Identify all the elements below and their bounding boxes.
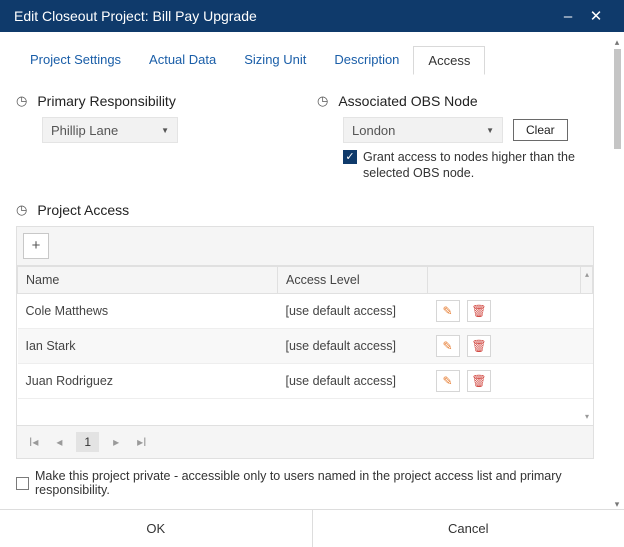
window-title: Edit Closeout Project: Bill Pay Upgrade (14, 8, 554, 24)
cell-actions: ✎ 🗑 (428, 328, 581, 363)
close-button[interactable]: ✕ (582, 7, 610, 25)
pencil-icon: ✎ (442, 339, 452, 353)
window-scrollbar[interactable]: ▴ ▾ (610, 32, 624, 509)
edit-button[interactable]: ✎ (436, 300, 460, 322)
cell-actions: ✎ 🗑 (428, 293, 581, 328)
title-bar: Edit Closeout Project: Bill Pay Upgrade … (0, 0, 624, 32)
table-row[interactable]: Ian Stark [use default access] ✎ 🗑 (18, 328, 593, 363)
col-name[interactable]: Name (18, 266, 278, 293)
associated-obs-select[interactable]: London ▼ (343, 117, 503, 143)
pencil-icon: ✎ (442, 374, 452, 388)
scroll-down-icon: ▾ (615, 500, 620, 509)
pager-first[interactable]: I◂ (25, 435, 42, 449)
tab-description[interactable]: Description (320, 46, 413, 75)
make-private-label: Make this project private - accessible o… (35, 469, 594, 497)
table-row[interactable]: Cole Matthews [use default access] ✎ 🗑 (18, 293, 593, 328)
project-access-heading: Project Access (37, 202, 129, 218)
pager-prev[interactable]: ◂ (52, 435, 66, 449)
cell-level: [use default access] (278, 328, 428, 363)
tab-access[interactable]: Access (413, 46, 485, 75)
chevron-down-icon: ▼ (161, 126, 169, 135)
scroll-up-icon: ▴ (615, 38, 620, 47)
trash-icon: 🗑 (471, 304, 486, 318)
edit-button[interactable]: ✎ (436, 370, 460, 392)
pencil-icon: ✎ (442, 304, 452, 318)
trash-icon: 🗑 (471, 374, 486, 388)
cancel-button[interactable]: Cancel (313, 510, 624, 547)
cell-actions: ✎ 🗑 (428, 363, 581, 398)
grant-access-checkbox[interactable]: ✓ (343, 150, 357, 164)
cell-level: [use default access] (278, 293, 428, 328)
make-private-checkbox[interactable] (16, 477, 29, 490)
pager-next[interactable]: ▸ (109, 435, 123, 449)
edit-button[interactable]: ✎ (436, 335, 460, 357)
table-scrollbar[interactable]: ▴ ▾ (583, 270, 591, 422)
col-level[interactable]: Access Level (278, 266, 428, 293)
tab-bar: Project Settings Actual Data Sizing Unit… (16, 46, 594, 75)
tab-project-settings[interactable]: Project Settings (16, 46, 135, 75)
add-row-button[interactable]: + (23, 233, 49, 259)
scroll-thumb[interactable] (614, 49, 621, 149)
associated-obs-heading: Associated OBS Node (338, 93, 477, 109)
scroll-up-icon: ▴ (583, 270, 591, 279)
tab-actual-data[interactable]: Actual Data (135, 46, 230, 75)
clear-button[interactable]: Clear (513, 119, 568, 141)
delete-button[interactable]: 🗑 (467, 370, 491, 392)
cell-name: Cole Matthews (18, 293, 278, 328)
primary-responsibility-select[interactable]: Phillip Lane ▼ (42, 117, 178, 143)
cell-name: Juan Rodriguez (18, 363, 278, 398)
minimize-button[interactable]: – (554, 8, 582, 25)
globe-icon: ◷ (16, 93, 27, 109)
dialog-footer: OK Cancel (0, 509, 624, 547)
table-toolbar: + (17, 227, 593, 266)
delete-button[interactable]: 🗑 (467, 335, 491, 357)
pager: I◂ ◂ 1 ▸ ▸I (17, 425, 593, 458)
col-actions (428, 266, 581, 293)
ok-button[interactable]: OK (0, 510, 313, 547)
pager-last[interactable]: ▸I (133, 435, 150, 449)
trash-icon: 🗑 (471, 339, 486, 353)
globe-icon: ◷ (317, 93, 328, 109)
table-row[interactable]: Juan Rodriguez [use default access] ✎ 🗑 (18, 363, 593, 398)
primary-responsibility-value: Phillip Lane (51, 123, 118, 138)
project-access-table: + Name Access Level Cole Matthews [use d (16, 226, 594, 460)
globe-icon: ◷ (16, 202, 27, 218)
pager-current: 1 (76, 432, 99, 452)
associated-obs-value: London (352, 123, 395, 138)
chevron-down-icon: ▼ (486, 126, 494, 135)
cell-name: Ian Stark (18, 328, 278, 363)
scroll-down-icon: ▾ (583, 412, 591, 421)
primary-responsibility-heading: Primary Responsibility (37, 93, 175, 109)
cell-level: [use default access] (278, 363, 428, 398)
delete-button[interactable]: 🗑 (467, 300, 491, 322)
tab-sizing-unit[interactable]: Sizing Unit (230, 46, 320, 75)
grant-access-label: Grant access to nodes higher than the se… (363, 149, 583, 182)
